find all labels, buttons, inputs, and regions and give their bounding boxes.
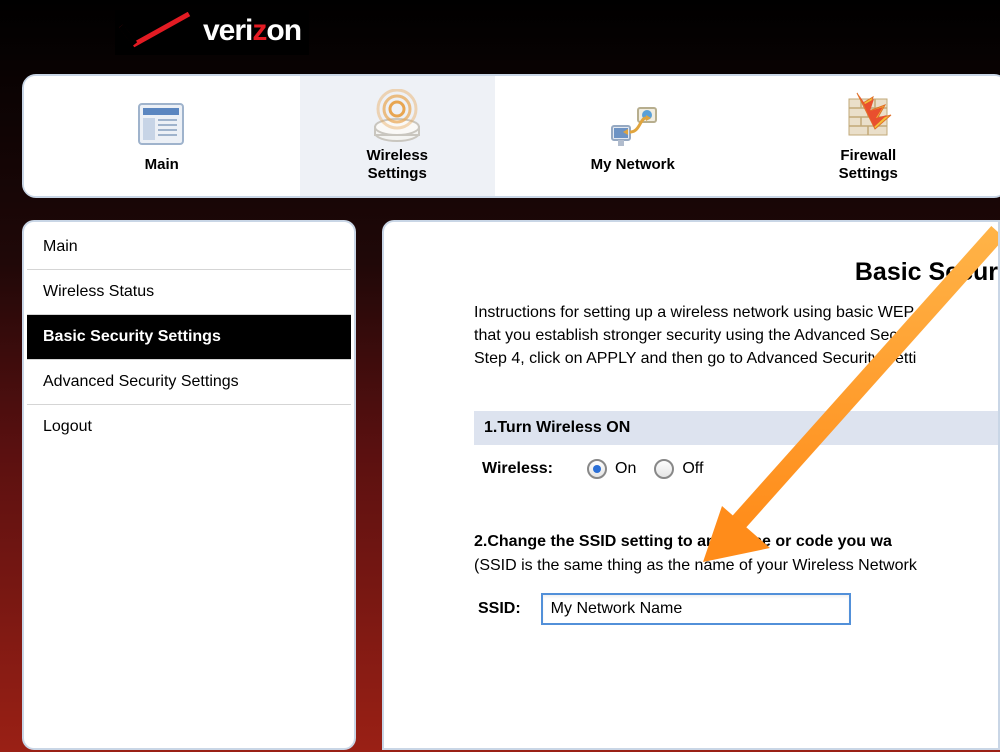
ssid-row: SSID: xyxy=(474,593,998,625)
nav-my-network-label: My Network xyxy=(591,156,675,174)
sidebar-item-logout[interactable]: Logout xyxy=(27,405,351,449)
top-navigation: Main Wireless Settings xyxy=(22,74,1000,198)
nav-wireless-settings[interactable]: Wireless Settings xyxy=(300,76,495,196)
sidebar: Main Wireless Status Basic Security Sett… xyxy=(22,220,356,750)
brand-name: verizon xyxy=(203,14,301,48)
instructions-text: Instructions for setting up a wireless n… xyxy=(474,301,998,371)
radio-icon xyxy=(654,459,674,479)
section-1-header: 1.Turn Wireless ON xyxy=(474,411,998,445)
brand-header: verizon xyxy=(0,0,1000,68)
ssid-input[interactable] xyxy=(541,593,851,625)
wireless-label: Wireless: xyxy=(482,460,553,478)
sidebar-item-wireless-status[interactable]: Wireless Status xyxy=(27,270,351,315)
nav-firewall-settings-label: Firewall Settings xyxy=(839,147,898,183)
main-icon xyxy=(131,98,193,152)
wireless-toggle-row: Wireless: On Off xyxy=(474,459,998,479)
main-panel: Basic Secur Instructions for setting up … xyxy=(382,220,1000,750)
radio-wireless-off[interactable]: Off xyxy=(654,459,703,479)
nav-my-network[interactable]: My Network xyxy=(535,76,730,196)
ssid-label: SSID: xyxy=(478,600,521,618)
nav-main[interactable]: Main xyxy=(64,76,259,196)
nav-firewall-settings[interactable]: Firewall Settings xyxy=(771,76,966,196)
nav-main-label: Main xyxy=(145,156,179,174)
my-network-icon xyxy=(602,98,664,152)
sidebar-item-advanced-security[interactable]: Advanced Security Settings xyxy=(27,360,351,405)
page-title: Basic Secur xyxy=(474,258,998,287)
firewall-icon xyxy=(837,89,899,143)
section-2-header: 2.Change the SSID setting to any name or… xyxy=(474,533,998,551)
verizon-logo: verizon xyxy=(115,10,309,55)
verizon-check-icon xyxy=(117,12,195,50)
radio-on-label: On xyxy=(615,460,636,478)
ssid-description: (SSID is the same thing as the name of y… xyxy=(474,557,998,575)
nav-wireless-settings-label: Wireless Settings xyxy=(366,147,428,183)
wireless-settings-icon xyxy=(366,89,428,143)
radio-wireless-on[interactable]: On xyxy=(587,459,636,479)
sidebar-item-basic-security[interactable]: Basic Security Settings xyxy=(27,315,351,360)
radio-off-label: Off xyxy=(682,460,703,478)
sidebar-item-main[interactable]: Main xyxy=(27,225,351,270)
radio-icon xyxy=(587,459,607,479)
